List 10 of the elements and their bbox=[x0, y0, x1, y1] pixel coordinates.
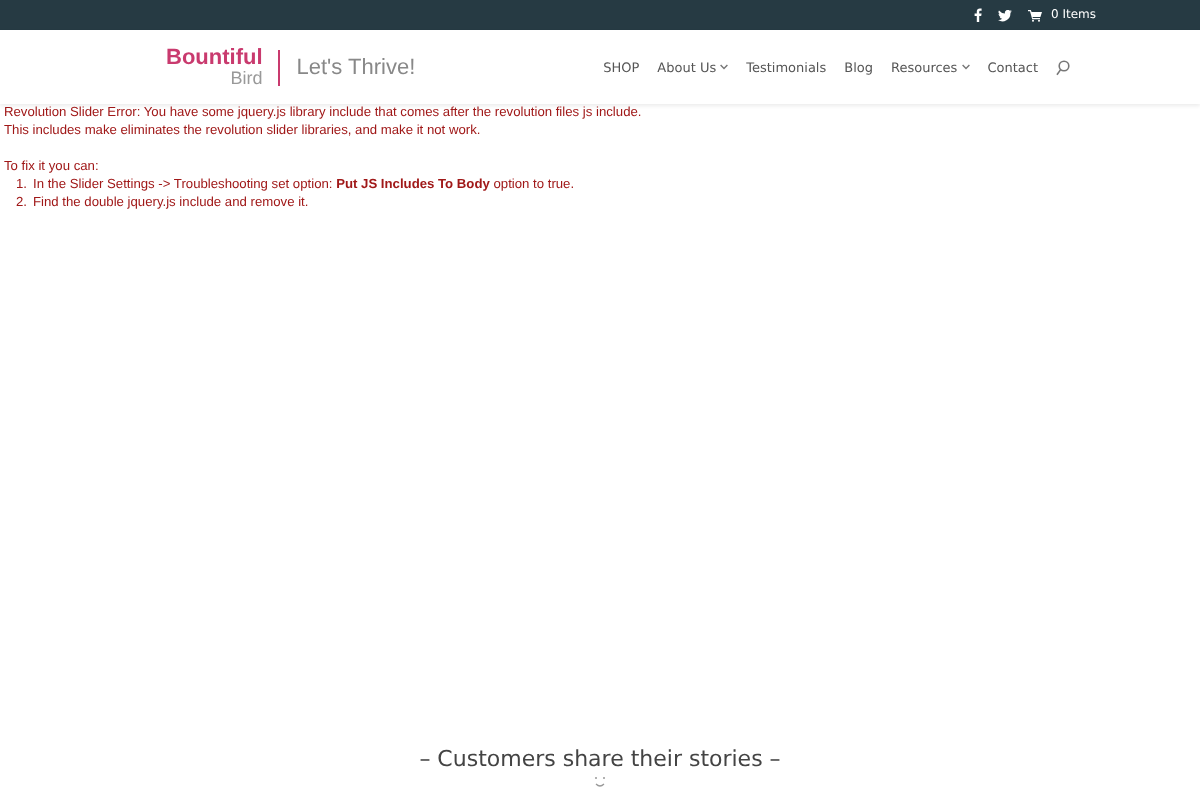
chevron-down-icon bbox=[720, 64, 729, 70]
search-icon[interactable] bbox=[1056, 59, 1070, 75]
twitter-icon[interactable] bbox=[998, 9, 1013, 21]
tagline: Let's Thrive! bbox=[296, 55, 416, 79]
chevron-down-icon bbox=[961, 64, 970, 70]
cart-icon bbox=[1028, 9, 1043, 21]
logo-text[interactable]: Bountiful bbox=[166, 47, 263, 69]
facebook-icon[interactable] bbox=[974, 8, 983, 22]
section-heading: – Customers share their stories – bbox=[419, 746, 781, 772]
logo-subtext: Bird bbox=[230, 69, 263, 87]
